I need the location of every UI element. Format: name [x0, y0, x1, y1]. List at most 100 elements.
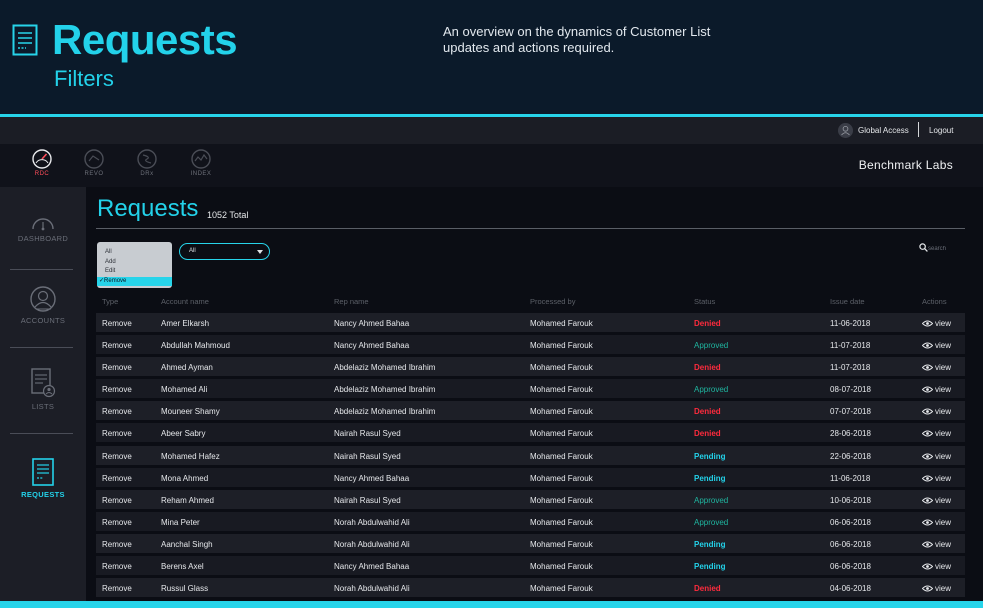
sidebar-item-label: LISTS: [31, 402, 55, 411]
type-filter-list[interactable]: All Add Edit ✓Remove: [97, 242, 172, 288]
bottom-accent-bar: [0, 601, 983, 608]
dashboard-gauge-icon: [32, 218, 54, 231]
cell-processed-by: Mohamed Farouk: [530, 429, 593, 439]
sidebar-item-lists[interactable]: LISTS: [0, 367, 86, 411]
table-row[interactable]: Remove Aanchal Singh Norah Abdulwahid Ali M…: [96, 533, 965, 553]
table-row[interactable]: Remove Mona Ahmed Nancy Ahmed Bahaa Mohamed…: [96, 467, 965, 487]
cell-status: Approved: [694, 517, 729, 527]
document-list-icon: [12, 24, 38, 56]
cell-processed-by: Mohamed Farouk: [530, 385, 593, 395]
table-row[interactable]: Remove Berens Axel Nancy Ahmed Bahaa Mohame…: [96, 556, 965, 576]
table-row[interactable]: Remove Russul Glass Norah Abdulwahid Ali Mo…: [96, 578, 965, 598]
view-label: view: [935, 539, 952, 549]
cell-status: Denied: [694, 407, 721, 417]
secondary-filter-dropdown[interactable]: All: [179, 243, 270, 260]
chevron-down-icon: [257, 250, 263, 254]
cell-type: Remove: [102, 517, 132, 527]
type-option-add[interactable]: Add: [97, 258, 172, 268]
cell-type: Remove: [102, 341, 132, 351]
total-count: 1052 Total: [207, 210, 249, 220]
banner-description: An overview on the dynamics of Customer …: [443, 24, 711, 55]
cell-issue-date: 04-06-2018: [830, 584, 871, 594]
user-access-label: Global Access: [858, 126, 909, 135]
cell-status: Approved: [694, 341, 729, 351]
view-label: view: [935, 385, 952, 395]
cell-issue-date: 07-07-2018: [830, 407, 871, 417]
view-label: view: [935, 429, 952, 439]
cell-rep-name: Nancy Ahmed Bahaa: [334, 319, 410, 328]
search-input[interactable]: [928, 243, 964, 254]
eye-icon: [922, 563, 933, 570]
sidebar-item-requests[interactable]: REQUESTS: [0, 457, 86, 499]
column-header-type[interactable]: Type: [102, 297, 118, 306]
rdc-gauge-icon: [32, 149, 52, 169]
cell-issue-date: 08-07-2018: [830, 385, 871, 395]
cell-account-name: Aanchal Singh: [161, 539, 213, 549]
cell-rep-name: Norah Abdulwahid Ali: [334, 539, 410, 549]
cell-account-name: Amer Elkarsh: [161, 319, 210, 328]
app-tab-index[interactable]: INDEX: [184, 148, 218, 184]
cell-account-name: Abdullah Mahmoud: [161, 341, 230, 351]
view-label: view: [935, 341, 952, 351]
cell-type: Remove: [102, 363, 132, 373]
sidebar-item-label: DASHBOARD: [17, 234, 69, 243]
cell-rep-name: Nairah Rasul Syed: [334, 429, 401, 439]
column-header-date[interactable]: Issue date: [830, 297, 865, 306]
type-option-all[interactable]: All: [97, 248, 172, 258]
logout-link[interactable]: Logout: [929, 126, 953, 135]
table-row[interactable]: Remove Reham Ahmed Nairah Rasul Syed Mohame…: [96, 489, 965, 509]
cell-account-name: Reham Ahmed: [161, 495, 214, 505]
view-label: view: [935, 562, 952, 572]
column-header-rep[interactable]: Rep name: [334, 297, 369, 306]
title-divider: [96, 228, 965, 229]
eye-icon: [922, 453, 933, 460]
cell-status: Denied: [694, 363, 721, 373]
view-label: view: [935, 319, 952, 328]
table-row[interactable]: Remove Abeer Sabry Nairah Rasul Syed Mohame…: [96, 423, 965, 443]
cell-issue-date: 11-07-2018: [830, 341, 871, 351]
app-tab-rdc[interactable]: RDC: [25, 148, 59, 184]
column-header-status[interactable]: Status: [694, 297, 715, 306]
view-label: view: [935, 407, 952, 417]
sidebar-item-dashboard[interactable]: DASHBOARD: [0, 213, 86, 243]
table-row[interactable]: Remove Ahmed Ayman Abdelaziz Mohamed Ibrah…: [96, 357, 965, 377]
table-row[interactable]: Remove Mina Peter Norah Abdulwahid Ali Moha…: [96, 511, 965, 531]
cell-rep-name: Abdelaziz Mohamed Ibrahim: [334, 407, 436, 417]
banner-subtitle: Filters: [54, 66, 114, 91]
cell-type: Remove: [102, 473, 132, 483]
table-row[interactable]: Remove Mohamed Hafez Nairah Rasul Syed Moha…: [96, 445, 965, 465]
table-row[interactable]: Remove Mouneer Shamy Abdelaziz Mohamed Ibr…: [96, 401, 965, 421]
column-header-processed[interactable]: Processed by: [530, 297, 575, 306]
app-switcher: RDC REVO DRx INDEX Benchmark Labs: [0, 144, 983, 187]
brand-name: Benchmark Labs: [858, 158, 953, 172]
app-tab-drx[interactable]: DRx: [130, 148, 164, 184]
sidebar-item-label: REQUESTS: [21, 490, 65, 499]
cell-rep-name: Nancy Ahmed Bahaa: [334, 341, 410, 351]
type-option-remove[interactable]: ✓Remove: [97, 276, 172, 286]
column-header-account[interactable]: Account name: [161, 297, 209, 306]
cell-processed-by: Mohamed Farouk: [530, 517, 593, 527]
cell-issue-date: 06-06-2018: [830, 562, 871, 572]
table-row[interactable]: Remove Abdullah Mahmoud Nancy Ahmed Bahaa M…: [96, 335, 965, 355]
search-icon: [919, 243, 928, 252]
sidebar-item-accounts[interactable]: ACCOUNTS: [0, 285, 86, 325]
app-tab-revo[interactable]: REVO: [77, 148, 111, 184]
user-avatar-icon[interactable]: [838, 123, 853, 138]
view-label: view: [935, 584, 952, 594]
sidebar: DASHBOARD ACCOUNTS LISTS REQUESTS: [0, 187, 86, 601]
drx-icon: [137, 149, 157, 169]
cell-type: Remove: [102, 385, 132, 395]
table-row[interactable]: Remove Mohamed Ali Abdelaziz Mohamed Ibrah…: [96, 379, 965, 399]
search-box[interactable]: [919, 243, 965, 255]
sidebar-divider: [10, 347, 73, 348]
cell-type: Remove: [102, 495, 132, 505]
page-banner: Requests Filters An overview on the dyna…: [0, 0, 983, 116]
table-row[interactable]: Remove Amer Elkarsh Nancy Ahmed Bahaa Moham…: [96, 313, 965, 332]
cell-account-name: Abeer Sabry: [161, 429, 206, 439]
type-option-label: Remove: [104, 277, 127, 284]
cell-status: Pending: [694, 451, 726, 461]
cell-account-name: Mina Peter: [161, 517, 200, 527]
cell-issue-date: 06-06-2018: [830, 517, 871, 527]
type-option-edit[interactable]: Edit: [97, 267, 172, 277]
sidebar-divider: [10, 433, 73, 434]
